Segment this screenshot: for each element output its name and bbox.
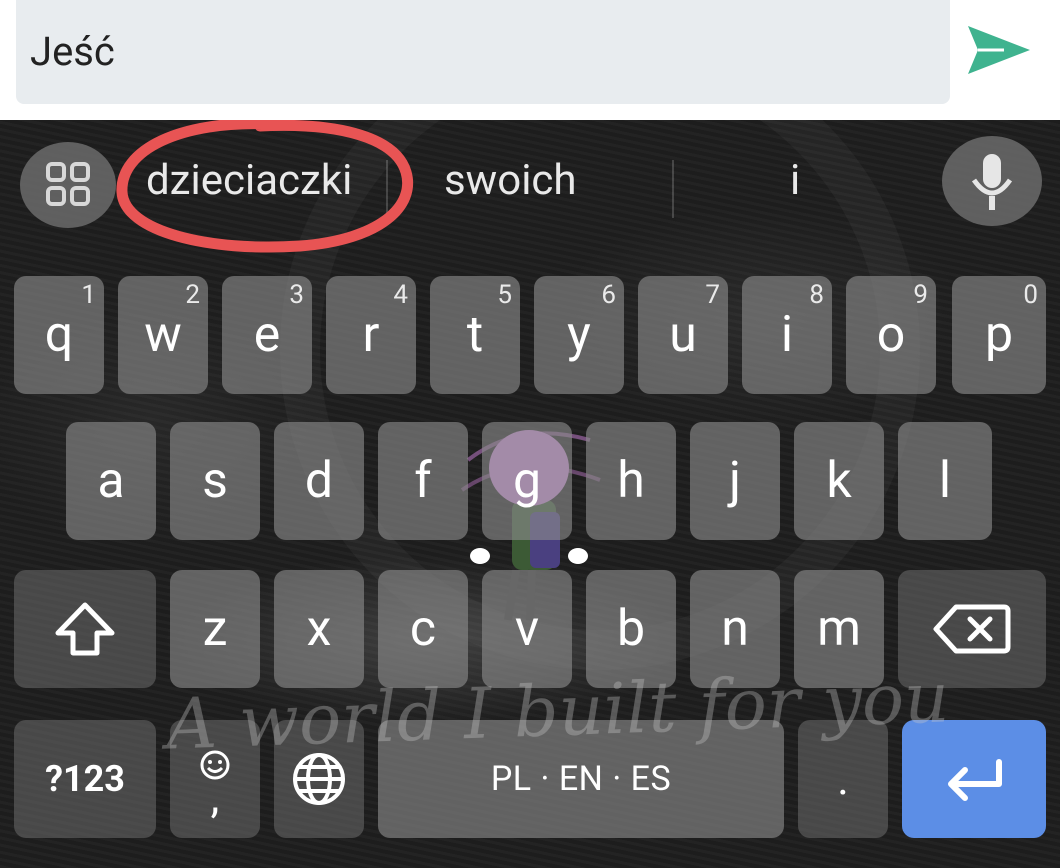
- send-icon: [968, 26, 1030, 74]
- key-z[interactable]: z: [170, 570, 260, 688]
- key-q[interactable]: q1: [14, 276, 104, 394]
- key-t[interactable]: t5: [430, 276, 520, 394]
- suggestion-1[interactable]: dzieciaczki: [146, 156, 352, 205]
- key-a[interactable]: a: [66, 422, 156, 540]
- key-u[interactable]: u7: [638, 276, 728, 394]
- suggestion-divider: [672, 160, 674, 218]
- comma-emoji-key[interactable]: ,: [170, 720, 260, 838]
- key-g[interactable]: g: [482, 422, 572, 540]
- key-d[interactable]: d: [274, 422, 364, 540]
- language-switch-key[interactable]: [274, 720, 364, 838]
- message-input-text: Jeść: [30, 28, 115, 75]
- enter-key[interactable]: [902, 720, 1046, 838]
- key-m[interactable]: m: [794, 570, 884, 688]
- key-v[interactable]: v: [482, 570, 572, 688]
- key-w[interactable]: w2: [118, 276, 208, 394]
- key-x[interactable]: x: [274, 570, 364, 688]
- globe-icon: [293, 753, 345, 805]
- key-n[interactable]: n: [690, 570, 780, 688]
- key-i[interactable]: i8: [742, 276, 832, 394]
- key-j[interactable]: j: [690, 422, 780, 540]
- suggestion-2[interactable]: swoich: [444, 156, 577, 205]
- microphone-icon: [971, 154, 1013, 210]
- shift-key[interactable]: [14, 570, 156, 688]
- key-l[interactable]: l: [898, 422, 992, 540]
- shift-arrow-icon: [55, 602, 115, 656]
- backspace-icon: [933, 604, 1011, 654]
- key-b[interactable]: b: [586, 570, 676, 688]
- apps-menu-button[interactable]: [20, 142, 116, 228]
- key-e[interactable]: e3: [222, 276, 312, 394]
- send-button[interactable]: [964, 22, 1034, 78]
- keyboard: dzieciaczki swoich i q1 w2 e3 r4 t5 y6 u…: [0, 120, 1060, 868]
- message-composer: Jeść: [0, 0, 1060, 120]
- key-r[interactable]: r4: [326, 276, 416, 394]
- key-f[interactable]: f: [378, 422, 468, 540]
- enter-arrow-icon: [948, 759, 1002, 801]
- key-s[interactable]: s: [170, 422, 260, 540]
- key-p[interactable]: p0: [952, 276, 1046, 394]
- message-input[interactable]: Jeść: [16, 0, 950, 104]
- key-y[interactable]: y6: [534, 276, 624, 394]
- suggestion-divider: [386, 160, 388, 218]
- space-bar[interactable]: PL · EN · ES: [378, 720, 784, 838]
- symbols-key[interactable]: ?123: [14, 720, 156, 838]
- backspace-key[interactable]: [898, 570, 1046, 688]
- period-key[interactable]: .: [798, 720, 888, 838]
- suggestion-3[interactable]: i: [790, 156, 800, 205]
- key-o[interactable]: o9: [846, 276, 936, 394]
- key-h[interactable]: h: [586, 422, 676, 540]
- suggestion-strip: dzieciaczki swoich i: [0, 120, 1060, 260]
- voice-input-button[interactable]: [942, 136, 1042, 226]
- key-k[interactable]: k: [794, 422, 884, 540]
- key-c[interactable]: c: [378, 570, 468, 688]
- apps-grid-icon: [46, 162, 90, 206]
